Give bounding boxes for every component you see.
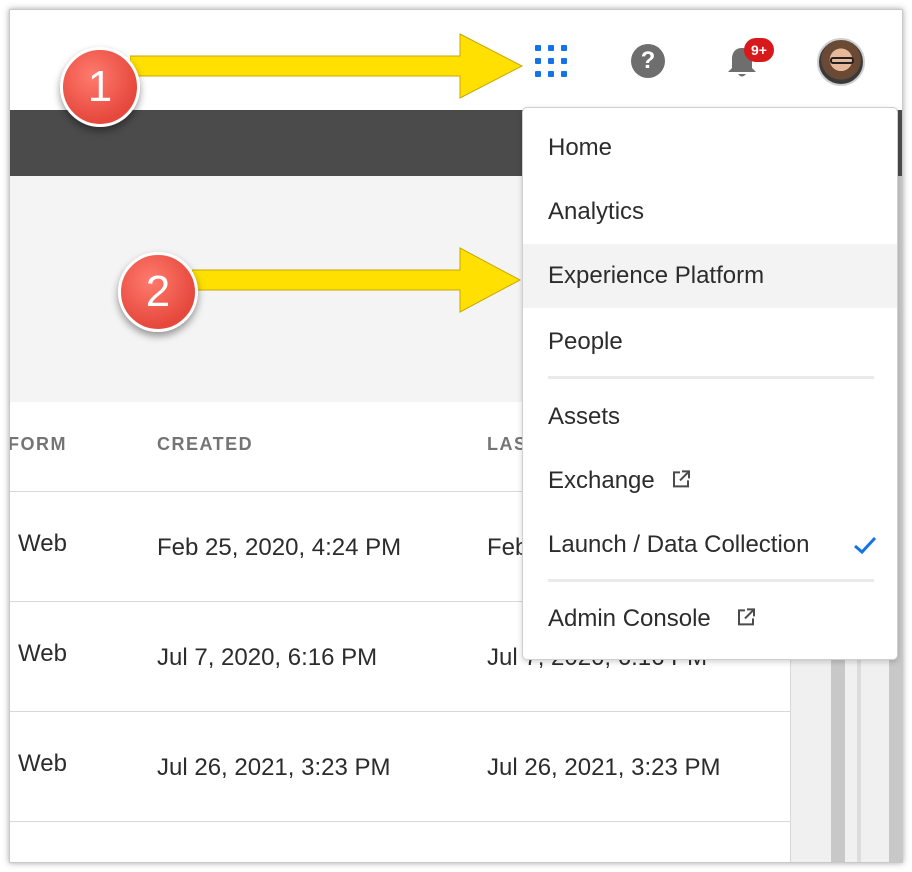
- menu-item-label: Assets: [548, 403, 621, 430]
- user-avatar[interactable]: [817, 38, 865, 86]
- step-2-callout: 2: [118, 252, 198, 332]
- app-switcher-grid-icon[interactable]: [534, 44, 568, 78]
- cell-platform: Web: [18, 750, 67, 777]
- yellow-arrow-icon: [192, 247, 522, 313]
- menu-item-label: Home: [548, 134, 613, 161]
- cell-platform: Web: [18, 530, 67, 557]
- column-header-platform[interactable]: FORM: [10, 434, 67, 455]
- menu-divider: [548, 579, 874, 582]
- step-1-callout: 1: [60, 47, 140, 127]
- menu-item-admin-console[interactable]: Admin Console: [523, 587, 897, 651]
- external-link-icon: [738, 608, 755, 626]
- cell-last-modified: Jul 26, 2021, 3:23 PM: [487, 754, 721, 781]
- cell-platform: Web: [18, 640, 67, 667]
- yellow-arrow-icon: [130, 33, 524, 99]
- menu-item-experience-platform[interactable]: Experience Platform: [523, 244, 897, 308]
- menu-item-label: Experience Platform: [548, 262, 765, 289]
- menu-item-label: Admin Console: [548, 605, 711, 632]
- cell-created: Jul 26, 2021, 3:23 PM: [157, 754, 391, 781]
- menu-item-label: People: [548, 328, 623, 355]
- menu-item-home[interactable]: Home: [523, 116, 897, 180]
- cell-created: Jul 7, 2020, 6:16 PM: [157, 644, 378, 671]
- menu-item-analytics[interactable]: Analytics: [523, 180, 897, 244]
- menu-item-label: Launch / Data Collection: [548, 531, 810, 558]
- cell-created: Feb 25, 2020, 4:24 PM: [157, 534, 402, 561]
- table-row[interactable]: Web Jul 26, 2021, 3:23 PM Jul 26, 2021, …: [10, 712, 790, 822]
- notification-badge: 9+: [744, 38, 774, 62]
- menu-divider: [548, 376, 874, 379]
- menu-item-label: Analytics: [548, 198, 645, 225]
- app-switcher-menu: Home Analytics Experience Platform Peopl…: [522, 107, 898, 660]
- menu-item-exchange[interactable]: Exchange: [523, 449, 897, 513]
- menu-item-label: Exchange: [548, 467, 655, 494]
- screenshot-frame: ? 9+ FORM CREATED LAS Web Feb 25, 2020, …: [9, 9, 903, 863]
- menu-item-people[interactable]: People: [523, 310, 897, 374]
- external-link-icon: [673, 470, 690, 488]
- column-header-created[interactable]: CREATED: [157, 434, 253, 455]
- menu-item-launch-data-collection[interactable]: Launch / Data Collection: [523, 513, 897, 577]
- checkmark-icon: [854, 536, 877, 555]
- menu-item-assets[interactable]: Assets: [523, 385, 897, 449]
- help-icon[interactable]: ?: [631, 44, 665, 78]
